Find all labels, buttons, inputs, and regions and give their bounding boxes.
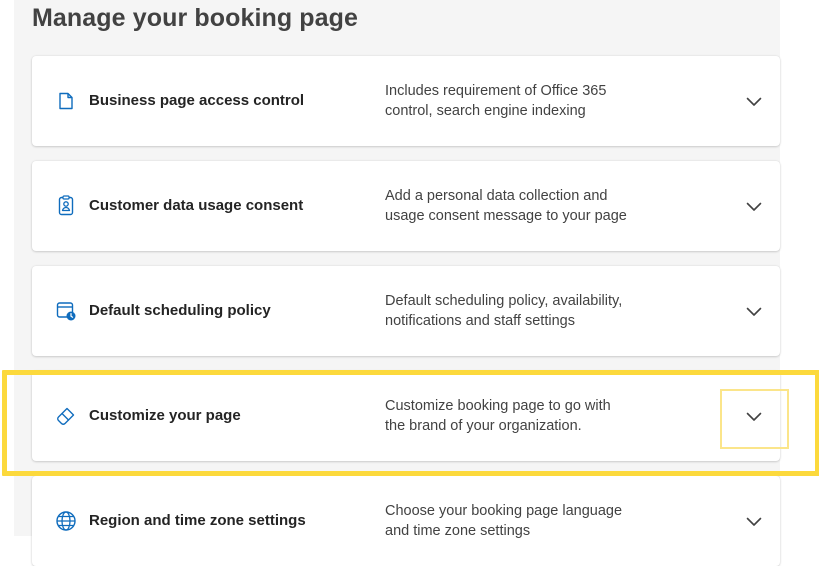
card-description-line: usage consent message to your page (385, 208, 627, 224)
chevron-down-icon[interactable] (741, 89, 767, 115)
card-title: Customer data usage consent (89, 197, 304, 214)
card-title: Business page access control (89, 92, 305, 109)
highlight-box (2, 370, 819, 476)
chevron-down-icon[interactable] (741, 194, 767, 220)
document-icon (55, 90, 77, 112)
highlight-target-box (720, 389, 789, 449)
calendar-clock-icon (55, 300, 77, 322)
globe-icon (55, 510, 77, 532)
card-description-line: control, search engine indexing (385, 103, 586, 119)
chevron-down-icon[interactable] (741, 299, 767, 325)
clipboard-person-icon (55, 195, 77, 217)
card-description-line: and time zone settings (385, 523, 531, 539)
card-description: Choose your booking page language and ti… (385, 501, 645, 541)
card-description-line: Includes requirement of Office 365 (385, 83, 607, 99)
card-description-line: Add a personal data collection and (385, 188, 608, 204)
card-title: Region and time zone settings (89, 512, 306, 529)
chevron-down-icon[interactable] (741, 509, 767, 535)
card-description-line: notifications and staff settings (385, 313, 575, 329)
card-description: Includes requirement of Office 365 contr… (385, 81, 645, 121)
card-description-line: Default scheduling policy, availability, (385, 293, 623, 309)
card-region-and-time-zone-settings[interactable]: Region and time zone settings Choose you… (32, 476, 780, 566)
page-title: Manage your booking page (32, 4, 359, 32)
card-business-page-access-control[interactable]: Business page access control Includes re… (32, 56, 780, 146)
card-description: Default scheduling policy, availability,… (385, 291, 645, 331)
card-description-line: Choose your booking page language (385, 503, 623, 519)
card-description: Add a personal data collection and usage… (385, 186, 645, 226)
card-title: Default scheduling policy (89, 302, 271, 319)
card-customer-data-usage-consent[interactable]: Customer data usage consent Add a person… (32, 161, 780, 251)
card-default-scheduling-policy[interactable]: Default scheduling policy Default schedu… (32, 266, 780, 356)
